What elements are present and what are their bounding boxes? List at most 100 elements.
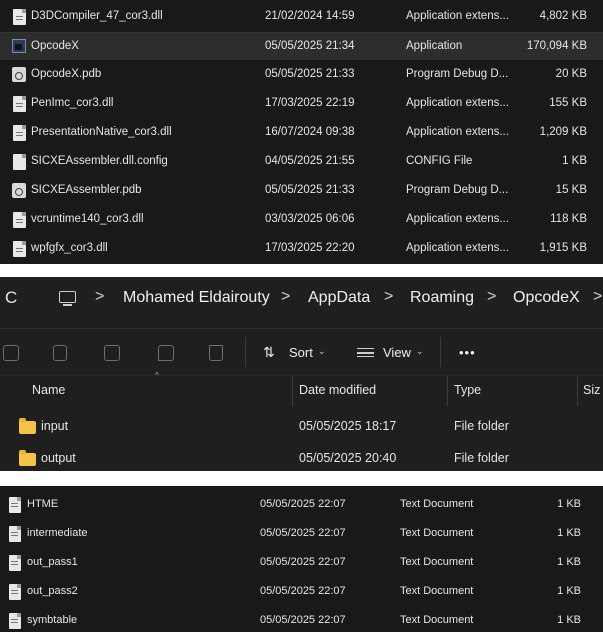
more-options-button[interactable]: ••• [459,345,476,360]
breadcrumb-roaming[interactable]: Roaming [410,289,474,307]
file-size: 118 KB [550,213,587,225]
file-type: CONFIG File [406,155,473,167]
file-name: HTME [27,498,59,510]
file-size: 155 KB [549,97,587,109]
explorer-window: C > Mohamed Eldairouty > AppData > Roami… [0,277,603,471]
column-divider[interactable] [577,376,578,406]
command-bar: ⇅ Sort ⌄ View ⌄ ••• [0,328,603,374]
chevron-right-icon: > [281,288,291,305]
folder-type: File folder [454,451,509,465]
pdb-file-icon [12,67,26,82]
dll-file-icon [13,212,26,228]
text-file-icon [9,526,21,542]
monitor-icon [59,291,76,303]
breadcrumb-user[interactable]: Mohamed Eldairouty [123,289,270,307]
chevron-down-icon: ⌄ [318,346,326,356]
file-name: PresentationNative_cor3.dll [31,126,172,138]
refresh-button[interactable]: C [5,288,17,308]
breadcrumb-opcodex[interactable]: OpcodeX [513,289,580,307]
breadcrumb-appdata[interactable]: AppData [308,289,370,307]
file-row[interactable]: wpfgfx_cor3.dll 17/03/2025 22:20 Applica… [0,235,603,263]
file-row[interactable]: intermediate 05/05/2025 22:07 Text Docum… [0,520,603,548]
rename-icon[interactable] [104,345,120,361]
file-type: Text Document [400,556,474,568]
file-list-panel-top: D3DCompiler_47_cor3.dll 21/02/2024 14:59… [0,0,603,264]
file-size: 1 KB [557,614,581,626]
sort-button[interactable]: Sort [289,345,313,360]
column-type[interactable]: Type [454,383,481,397]
folder-row[interactable]: input 05/05/2025 18:17 File folder [0,411,603,441]
file-row[interactable]: PenImc_cor3.dll 17/03/2025 22:19 Applica… [0,90,603,118]
file-date: 21/02/2024 14:59 [265,10,355,22]
file-date: 17/03/2025 22:20 [265,242,355,254]
file-type: Text Document [400,614,474,626]
file-row-selected[interactable]: OpcodeX 05/05/2025 21:34 Application 170… [0,32,603,60]
file-size: 20 KB [555,68,587,80]
file-date: 16/07/2024 09:38 [265,126,355,138]
file-date: 05/05/2025 21:33 [265,68,355,80]
column-date-modified[interactable]: Date modified [299,383,376,397]
file-size: 1 KB [557,585,581,597]
file-type: Application extens... [406,10,509,22]
text-file-icon [9,497,21,513]
file-type: Application extens... [406,126,509,138]
file-date: 05/05/2025 22:07 [260,585,346,597]
chevron-right-icon: > [487,288,497,305]
file-type: Text Document [400,527,474,539]
file-row[interactable]: SICXEAssembler.pdb 05/05/2025 21:33 Prog… [0,177,603,205]
chevron-right-icon: > [95,288,105,305]
file-name: symbtable [27,614,78,626]
column-header-row: ^ Name Date modified Type Siz [0,371,603,406]
file-date: 17/03/2025 22:19 [265,97,355,109]
file-size: 1 KB [557,527,581,539]
file-row[interactable]: out_pass2 05/05/2025 22:07 Text Document… [0,578,603,606]
file-type: Application extens... [406,242,509,254]
address-bar[interactable]: C > Mohamed Eldairouty > AppData > Roami… [0,277,603,321]
file-row[interactable]: symbtable 05/05/2025 22:07 Text Document… [0,607,603,632]
file-date: 04/05/2025 21:55 [265,155,355,167]
delete-icon[interactable] [209,345,223,361]
folder-icon [19,418,36,434]
file-row[interactable]: PresentationNative_cor3.dll 16/07/2024 0… [0,119,603,147]
toolbar-divider [440,337,441,367]
column-divider[interactable] [447,376,448,406]
file-name: PenImc_cor3.dll [31,97,114,109]
file-type: Program Debug D... [406,184,509,196]
text-file-icon [9,613,21,629]
folder-date: 05/05/2025 20:40 [299,451,397,465]
view-button[interactable]: View [383,345,411,360]
config-file-icon [13,154,26,170]
file-row[interactable]: HTME 05/05/2025 22:07 Text Document 1 KB [0,491,603,519]
dll-file-icon [13,125,26,141]
column-name[interactable]: Name [32,383,65,397]
chevron-right-icon: > [384,288,394,305]
file-row[interactable]: OpcodeX.pdb 05/05/2025 21:33 Program Deb… [0,61,603,89]
column-divider[interactable] [292,376,293,406]
file-row[interactable]: SICXEAssembler.dll.config 04/05/2025 21:… [0,148,603,176]
file-name: wpfgfx_cor3.dll [31,242,108,254]
file-name: SICXEAssembler.pdb [31,184,142,196]
column-size[interactable]: Siz [583,383,600,397]
file-row[interactable]: out_pass1 05/05/2025 22:07 Text Document… [0,549,603,577]
file-type: Application extens... [406,97,509,109]
file-type: Application [406,40,463,52]
share-icon[interactable] [158,345,174,361]
file-size: 1,209 KB [539,126,587,138]
file-size: 170,094 KB [526,40,587,52]
file-date: 05/05/2025 22:07 [260,614,346,626]
file-row[interactable]: vcruntime140_cor3.dll 03/03/2025 06:06 A… [0,206,603,234]
file-name: vcruntime140_cor3.dll [31,213,144,225]
folder-type: File folder [454,419,509,433]
text-file-icon [9,584,21,600]
file-type: Application extens... [406,213,509,225]
paste-icon[interactable] [53,345,67,361]
file-size: 4,802 KB [539,10,587,22]
sort-icon: ⇅ [263,344,275,360]
file-row[interactable]: D3DCompiler_47_cor3.dll 21/02/2024 14:59… [0,3,603,31]
copy-icon[interactable] [3,345,19,361]
file-type: Text Document [400,498,474,510]
text-file-icon [9,555,21,571]
file-date: 05/05/2025 22:07 [260,527,346,539]
sort-indicator-icon: ^ [155,371,159,380]
folder-row[interactable]: output 05/05/2025 20:40 File folder [0,443,603,471]
